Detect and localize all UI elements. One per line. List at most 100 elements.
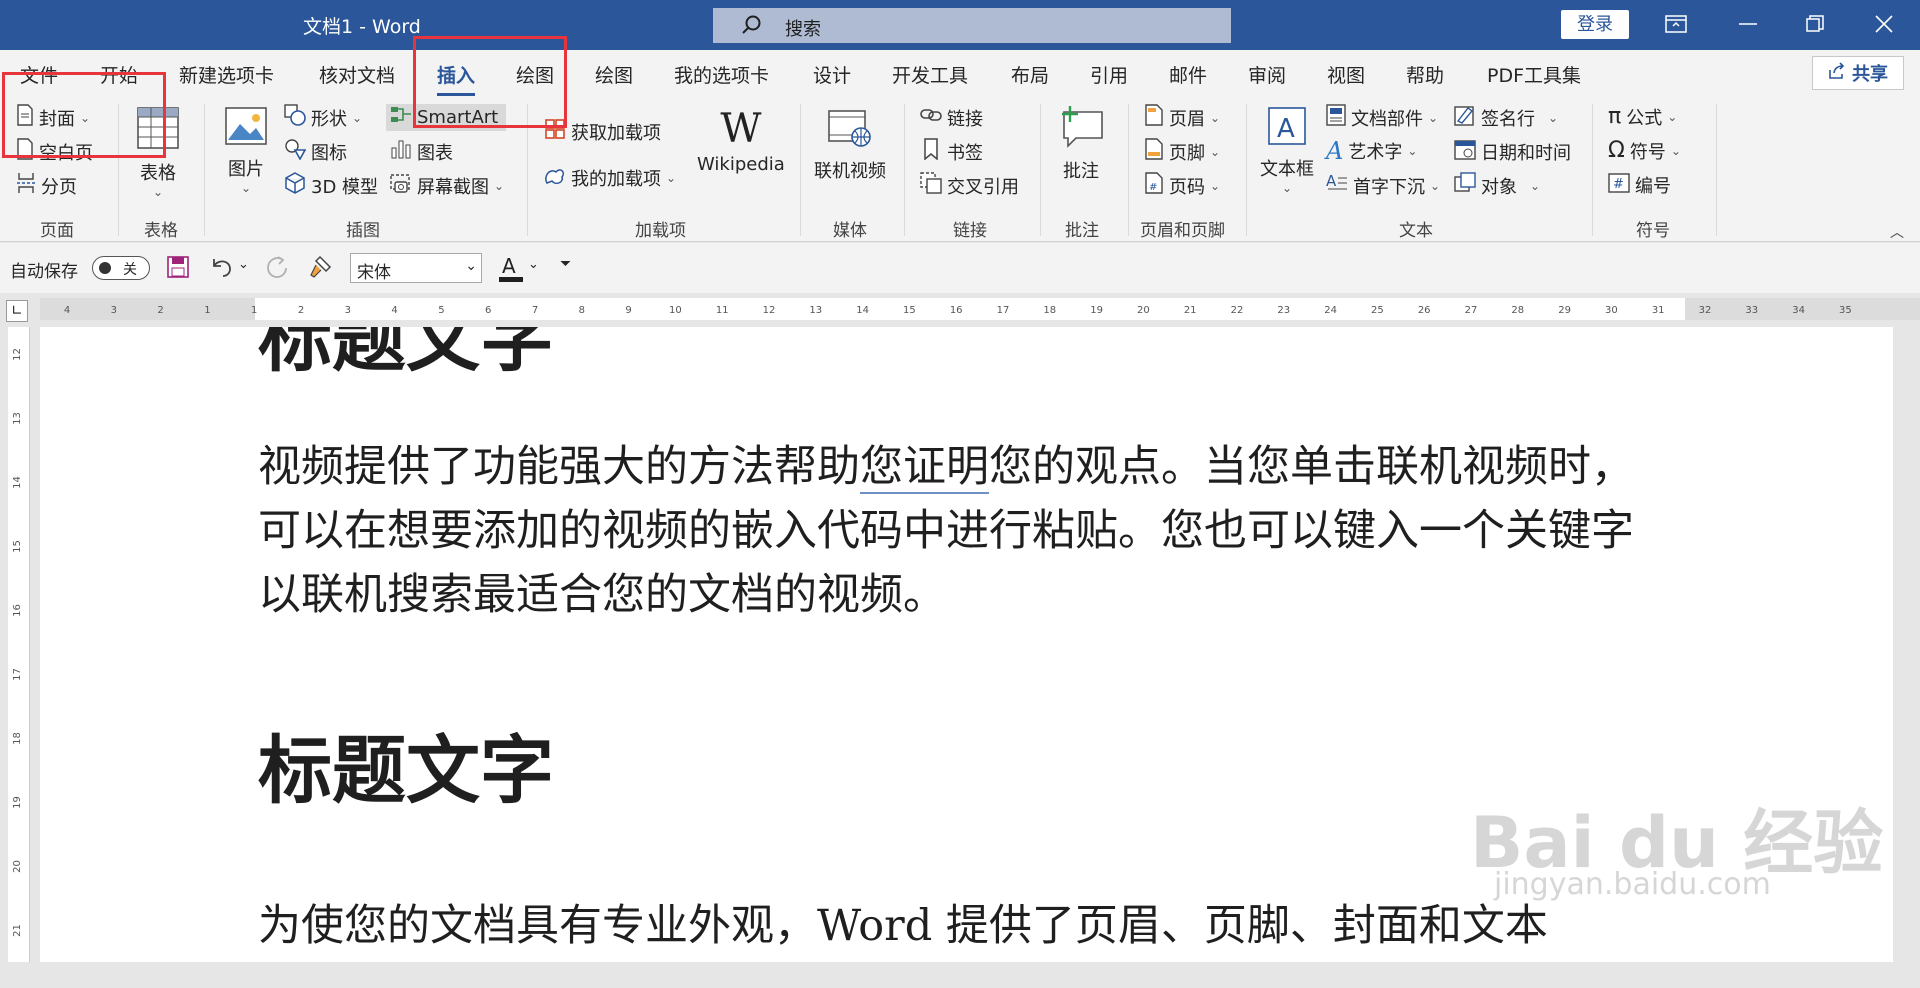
tab-references[interactable]: 引用 [1090, 61, 1128, 88]
chart-button[interactable]: 图表 [390, 138, 453, 165]
format-painter-icon[interactable] [308, 255, 334, 283]
signature-line-button[interactable]: 签名行 ⌄ [1454, 104, 1558, 131]
ruler-tick-label: 23 [1277, 305, 1291, 316]
bookmark-button[interactable]: 书签 [920, 138, 983, 165]
ruler-tick-label: 5 [438, 305, 445, 316]
tab-layout[interactable]: 布局 [1011, 61, 1049, 88]
ruler-tick-label: 33 [1745, 305, 1759, 316]
minimize-icon[interactable] [1728, 9, 1768, 39]
footer-icon [1144, 138, 1164, 165]
tab-draw-2[interactable]: 绘图 [595, 61, 633, 88]
collapse-ribbon-icon[interactable]: ︿ [1890, 222, 1904, 242]
quick-parts-button[interactable]: 文档部件 ⌄ [1326, 104, 1438, 131]
cross-reference-button[interactable]: 交叉引用 [920, 172, 1019, 199]
footer-button[interactable]: 页脚 ⌄ [1144, 138, 1220, 165]
link-button[interactable]: 链接 [920, 104, 983, 131]
group-separator [1128, 104, 1129, 236]
comment-label: 批注 [1063, 161, 1099, 182]
addin-icon [544, 164, 566, 191]
tab-design[interactable]: 设计 [813, 61, 851, 88]
horizontal-ruler[interactable]: 4 3 2 1 1 2 3 4 5 6 7 8 9 10 11 12 13 14 15 16 17 18 19 20 21 22 2… [40, 298, 1920, 320]
ruler-tick-label: 10 [669, 305, 682, 316]
equation-label: 公式 [1626, 108, 1663, 129]
customize-qat-icon[interactable]: ⏷ [560, 256, 571, 272]
shapes-button[interactable]: 形状 ⌄ [284, 104, 362, 131]
link-icon [920, 104, 942, 131]
calendar-icon [1454, 138, 1476, 165]
drop-cap-label: 首字下沉 [1353, 176, 1425, 198]
undo-icon[interactable] [208, 255, 234, 283]
page-break-button[interactable]: 分页 [16, 172, 77, 199]
share-button[interactable]: 共享 [1812, 56, 1904, 90]
equation-button[interactable]: π 公式 ⌄ [1608, 104, 1677, 130]
tab-review-doc[interactable]: 核对文档 [319, 61, 395, 88]
ribbon-display-icon[interactable] [1656, 9, 1696, 39]
wordart-button[interactable]: A 艺术字 ⌄ [1326, 138, 1417, 164]
chevron-down-icon: ⌄ [1530, 178, 1541, 193]
textbox-icon: A [1265, 106, 1309, 151]
icons-label: 图标 [311, 142, 347, 164]
svg-text:A: A [1277, 114, 1295, 144]
svg-text:A: A [1326, 172, 1337, 190]
login-button[interactable]: 登录 [1561, 10, 1629, 39]
tab-pdf[interactable]: PDF工具集 [1487, 61, 1581, 88]
page-number-button[interactable]: # 页码 ⌄ [1144, 172, 1220, 199]
date-time-button[interactable]: 日期和时间 [1454, 138, 1571, 165]
ruler-tick-label: 24 [1324, 305, 1337, 316]
group-separator [204, 104, 205, 236]
autosave-toggle[interactable]: 关 [92, 256, 150, 280]
group-label-tables: 表格 [144, 221, 178, 241]
3d-model-button[interactable]: 3D 模型 [284, 172, 378, 199]
online-video-button[interactable]: 联机视频 [814, 108, 886, 183]
header-button[interactable]: 页眉 ⌄ [1144, 104, 1220, 131]
tab-my-tab[interactable]: 我的选项卡 [674, 61, 769, 88]
vertical-ruler[interactable]: 12 13 14 15 16 17 18 19 20 21 [8, 327, 30, 967]
undo-dropdown-icon[interactable]: ⌄ [238, 257, 249, 272]
group-label-media: 媒体 [833, 221, 867, 241]
screenshot-button[interactable]: 屏幕截图 ⌄ [390, 172, 504, 199]
comment-button[interactable]: 批注 [1058, 104, 1104, 183]
ruler-tick-label: 31 [1651, 305, 1665, 316]
icons-button[interactable]: 图标 [284, 138, 347, 165]
drop-cap-button[interactable]: A 首字下沉 ⌄ [1326, 172, 1440, 199]
tab-review[interactable]: 审阅 [1248, 61, 1286, 88]
save-icon[interactable] [166, 255, 190, 283]
ruler-tick-label: 17 [11, 668, 23, 681]
group-label-text: 文本 [1399, 221, 1433, 241]
search-box[interactable]: 搜索 [713, 8, 1231, 43]
group-separator [1246, 104, 1247, 236]
group-label-links: 链接 [953, 221, 987, 241]
tab-selector[interactable]: ∟ [6, 300, 28, 322]
document-page[interactable]: 标题文字 视频提供了功能强大的方法帮助您证明您的观点。当您单击联机视频时，可以在… [40, 327, 1893, 962]
tab-view[interactable]: 视图 [1327, 61, 1365, 88]
ruler-tick-label: 21 [11, 924, 23, 937]
picture-label: 图片 [228, 159, 264, 180]
font-color-dropdown-icon[interactable]: ⌄ [528, 257, 539, 272]
textbox-label: 文本框 [1260, 159, 1314, 180]
tab-new[interactable]: 新建选项卡 [179, 61, 274, 88]
font-name-select[interactable]: 宋体 ⌄ [350, 253, 482, 283]
font-color-icon[interactable]: A [498, 253, 524, 287]
object-button[interactable]: 对象 ⌄ [1454, 172, 1540, 199]
bottom-scroll-area [0, 962, 1920, 988]
chevron-down-icon: ⌄ [152, 185, 164, 199]
group-label-pages: 页面 [40, 221, 74, 241]
symbol-button[interactable]: Ω 符号 ⌄ [1608, 138, 1681, 164]
picture-button[interactable]: 图片 ⌄ [224, 106, 268, 195]
ruler-tick-label: 20 [11, 860, 23, 873]
wikipedia-button[interactable]: W Wikipedia [697, 108, 785, 175]
textbox-button[interactable]: A 文本框 ⌄ [1260, 106, 1314, 195]
screenshot-icon [390, 172, 412, 199]
my-addins-button[interactable]: 我的加载项 ⌄ [544, 164, 676, 191]
restore-icon[interactable] [1795, 9, 1835, 39]
number-button[interactable]: # 编号 [1608, 172, 1671, 198]
ruler-tick-label: 8 [578, 305, 585, 316]
window-title: 文档1 - Word [303, 16, 421, 38]
close-icon[interactable] [1864, 9, 1904, 39]
redo-icon[interactable] [264, 255, 290, 283]
tab-help[interactable]: 帮助 [1406, 61, 1444, 88]
tab-mailings[interactable]: 邮件 [1169, 61, 1207, 88]
ribbon-insert: 封面 ⌄ 空白页 分页 页面 表格 ⌄ 表格 图片 ⌄ 形状 ⌄ 图标 3D 模型 … [0, 96, 1920, 242]
tab-developer[interactable]: 开发工具 [892, 61, 968, 88]
group-separator [800, 104, 801, 236]
